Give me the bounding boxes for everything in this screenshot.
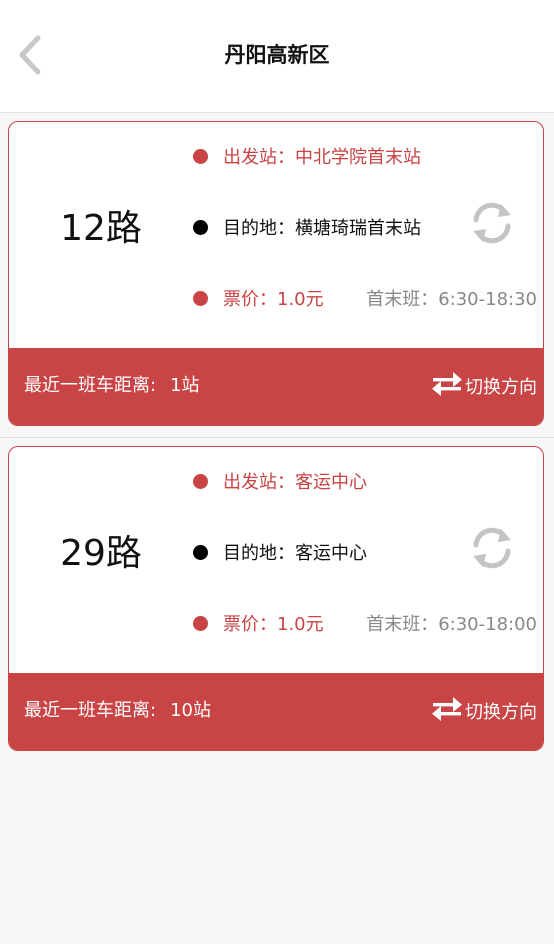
route-card-29[interactable]: 29路 出发站：客运中心 目的地：客运中心 票价：1.0元 首末班：6:30-1…	[8, 446, 544, 751]
destination-label: 目的地：	[223, 543, 295, 564]
price-row: 票价：1.0元	[193, 613, 324, 637]
card-footer: 最近一班车距离: 10站 切换方向	[9, 673, 543, 750]
destination-station: 客运中心	[295, 543, 367, 564]
schedule-label: 首末班：	[366, 614, 439, 635]
refresh-button[interactable]	[467, 523, 517, 573]
nearest-stop-count: 10站	[170, 700, 211, 721]
switch-direction-button[interactable]: 切换方向	[431, 695, 537, 727]
destination-row: 目的地：横塘琦瑞首末站	[193, 217, 421, 241]
price-label: 票价：	[223, 289, 277, 310]
switch-direction-label: 切换方向	[465, 702, 537, 723]
nearest-bus-distance: 最近一班车距离: 1站	[24, 374, 200, 398]
price-dot-icon	[193, 615, 208, 631]
departure-dot-icon	[193, 473, 208, 489]
departure-row: 出发站：中北学院首末站	[193, 146, 421, 170]
route-name: 29路	[60, 533, 142, 574]
departure-station: 中北学院首末站	[295, 147, 421, 168]
nearest-label: 最近一班车距离:	[24, 375, 157, 396]
card-footer: 最近一班车距离: 1站 切换方向	[9, 348, 543, 425]
swap-arrows-icon	[431, 696, 465, 727]
refresh-button[interactable]	[467, 198, 517, 248]
schedule-label: 首末班：	[366, 289, 439, 310]
departure-station: 客运中心	[295, 472, 367, 493]
schedule: 首末班：6:30-18:30	[366, 288, 537, 312]
destination-dot-icon	[193, 219, 208, 235]
card-divider	[0, 437, 554, 438]
departure-row: 出发站：客运中心	[193, 471, 367, 495]
nearest-label: 最近一班车距离:	[24, 700, 157, 721]
destination-station: 横塘琦瑞首末站	[295, 218, 421, 239]
switch-direction-label: 切换方向	[465, 377, 537, 398]
destination-dot-icon	[193, 544, 208, 560]
price-dot-icon	[193, 290, 208, 306]
top-nav-bar: 丹阳高新区	[0, 0, 554, 113]
nearest-stop-count: 1站	[170, 375, 200, 396]
schedule-value: 6:30-18:30	[438, 289, 537, 310]
route-name: 12路	[60, 208, 142, 249]
price-label: 票价：	[223, 614, 277, 635]
refresh-icon	[467, 527, 517, 577]
price-row: 票价：1.0元	[193, 288, 324, 312]
departure-label: 出发站：	[223, 472, 295, 493]
route-card-12[interactable]: 12路 出发站：中北学院首末站 目的地：横塘琦瑞首末站 票价：1.0元 首末班：…	[8, 121, 544, 426]
swap-arrows-icon	[431, 371, 465, 402]
page-title: 丹阳高新区	[224, 43, 330, 67]
destination-row: 目的地：客运中心	[193, 542, 367, 566]
schedule-value: 6:30-18:00	[438, 614, 537, 635]
schedule: 首末班：6:30-18:00	[366, 613, 537, 637]
price-value: 1.0元	[277, 289, 324, 310]
nearest-bus-distance: 最近一班车距离: 10站	[24, 699, 211, 723]
destination-label: 目的地：	[223, 218, 295, 239]
departure-dot-icon	[193, 148, 208, 164]
price-value: 1.0元	[277, 614, 324, 635]
departure-label: 出发站：	[223, 147, 295, 168]
switch-direction-button[interactable]: 切换方向	[431, 370, 537, 402]
refresh-icon	[467, 202, 517, 252]
